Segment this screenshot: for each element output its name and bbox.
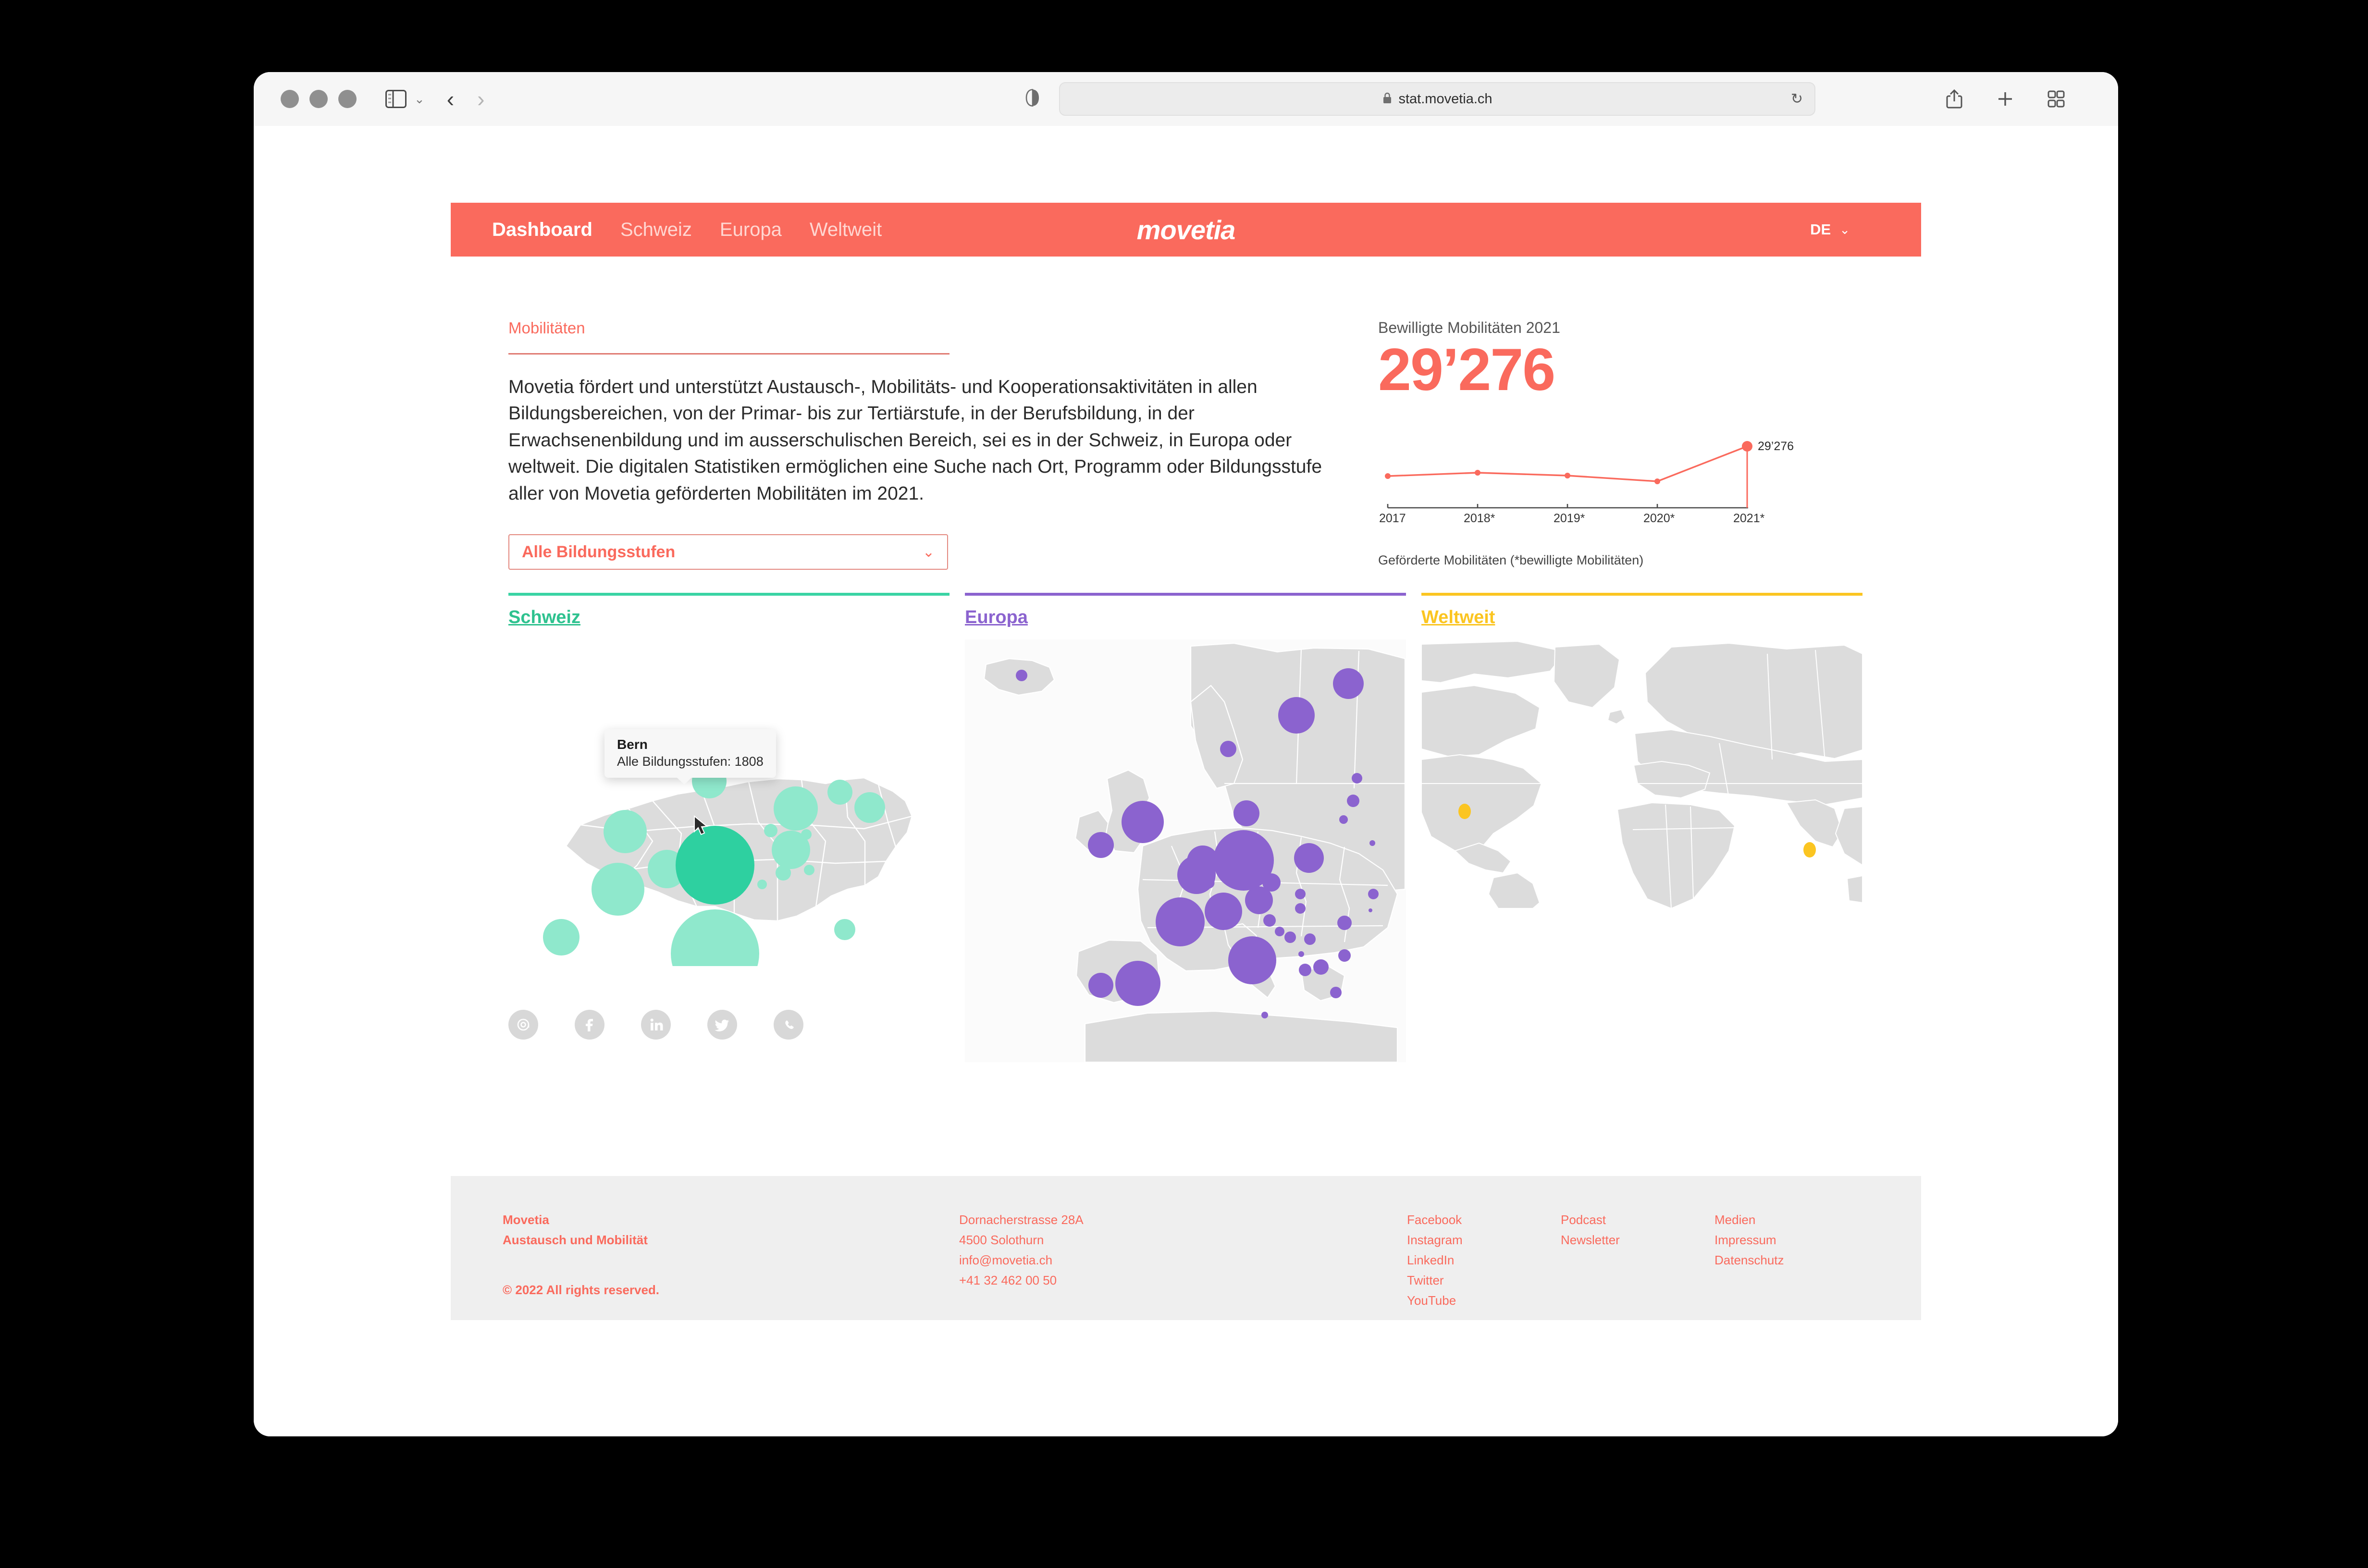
language-switcher[interactable]: DE ⌄ [1810,221,1850,238]
chevron-down-icon: ⌄ [1839,222,1850,237]
footer-link-medien[interactable]: Medien [1714,1210,1784,1230]
panel-title-europa[interactable]: Europa [965,607,1028,628]
forward-button[interactable]: › [477,88,484,110]
footer-link-linkedin[interactable]: LinkedIn [1407,1250,1463,1270]
reader-view-icon[interactable] [1025,89,1040,110]
chart-caption: Geförderte Mobilitäten (*bewilligte Mobi… [1378,553,1644,568]
active-bubble-bern [676,826,754,905]
footer-link-twitter[interactable]: Twitter [1407,1270,1463,1290]
reload-icon[interactable]: ↻ [1791,91,1803,108]
intro-section: Mobilitäten Movetia fördert und unterstü… [508,319,1395,526]
close-window-button[interactable] [281,90,299,108]
footer-link-youtube[interactable]: YouTube [1407,1290,1463,1311]
share-icon[interactable] [1945,88,1963,110]
nav-item-europa[interactable]: Europa [720,219,782,241]
footer-link-impressum[interactable]: Impressum [1714,1230,1784,1250]
url-text: stat.movetia.ch [1398,91,1492,107]
footer-link-facebook[interactable]: Facebook [1407,1210,1463,1230]
intro-paragraph: Movetia fördert und unterstützt Austausc… [508,377,1322,504]
toolbar-right-actions [1945,88,2065,110]
page-viewport: Dashboard Schweiz Europa Weltweit moveti… [254,126,2118,1436]
panel-title-schweiz[interactable]: Schweiz [508,607,580,628]
footer-legal-links: Medien Impressum Datenschutz [1714,1210,1784,1270]
panel-schweiz: Schweiz Bern Alle Bildungsstufen: 1808 [508,593,950,998]
back-button[interactable]: ‹ [447,88,454,110]
panel-weltweit: Weltweit [1421,593,1863,909]
panel-rule-europa [965,593,1406,596]
title-divider [508,353,950,355]
share-row [508,1010,803,1040]
footer-link-newsletter[interactable]: Newsletter [1561,1230,1620,1250]
chevron-down-icon[interactable]: ⌄ [414,92,425,107]
panel-rule-weltweit [1421,593,1862,596]
swiss-map[interactable]: Bern Alle Bildungsstufen: 1808 [508,639,950,998]
url-bar[interactable]: stat.movetia.ch ↻ [1059,82,1815,116]
nav-item-weltweit[interactable]: Weltweit [810,219,882,241]
footer-copyright: © 2022 All rights reserved. [503,1283,660,1297]
panel-title-weltweit[interactable]: Weltweit [1421,607,1495,628]
footer-address-street: Dornacherstrasse 28A [959,1213,1084,1227]
footer-brand: Movetia Austausch und Mobilität [503,1210,648,1250]
world-map[interactable] [1421,639,1863,909]
sidebar-toggle-icon[interactable] [385,90,407,108]
movetia-logo[interactable]: movetia [1137,214,1236,245]
window-traffic-lights[interactable] [281,90,357,108]
linkedin-icon[interactable] [641,1010,671,1040]
stat-card: Bewilligte Mobilitäten 2021 29’276 29’27… [1378,319,1859,568]
twitter-icon[interactable] [707,1010,737,1040]
stat-value: 29’276 [1378,337,1555,403]
site-header: Dashboard Schweiz Europa Weltweit moveti… [451,203,1921,257]
whatsapp-icon[interactable] [774,1010,803,1040]
tooltip-detail: Alle Bildungsstufen: 1808 [617,754,764,769]
tab-overview-icon[interactable] [2047,90,2065,108]
lock-icon [1382,92,1393,107]
footer-email-link[interactable]: info@movetia.ch [959,1250,1084,1270]
plus-icon[interactable] [1996,90,2014,108]
main-navigation: Dashboard Schweiz Europa Weltweit [492,219,910,241]
panel-rule-schweiz [508,593,950,596]
nav-item-dashboard[interactable]: Dashboard [492,219,592,241]
footer-media-links: Podcast Newsletter [1561,1210,1620,1250]
education-level-value: Alle Bildungsstufen [522,542,676,561]
tooltip-arrow [677,777,692,784]
footer-brand-line2: Austausch und Mobilität [503,1233,648,1248]
stat-label: Bewilligte Mobilitäten 2021 [1378,319,1560,336]
x-tick-2018: 2018* [1464,512,1495,526]
tooltip-title: Bern [617,737,648,752]
world-bubble-india [1803,842,1816,858]
x-tick-2020: 2020* [1643,512,1675,526]
panel-europa: Europa [965,593,1406,1063]
footer-address: Dornacherstrasse 28A 4500 Solothurn info… [959,1210,1084,1290]
education-level-select[interactable]: Alle Bildungsstufen ⌄ [508,534,948,570]
x-tick-2019: 2019* [1554,512,1585,526]
maximize-window-button[interactable] [338,90,357,108]
footer-address-city: 4500 Solothurn [959,1233,1044,1248]
footer-brand-line1: Movetia [503,1213,549,1227]
language-label: DE [1810,221,1831,238]
x-tick-2017: 2017 [1379,512,1406,526]
chevron-down-icon: ⌄ [922,544,935,560]
page-title: Mobilitäten [508,319,585,337]
email-icon[interactable] [508,1010,538,1040]
world-bubble-usa [1458,804,1471,819]
footer-social-links: Facebook Instagram LinkedIn Twitter YouT… [1407,1210,1463,1311]
chart-data-label: 29’276 [1758,440,1794,453]
browser-toolbar: ⌄ ‹ › stat.movetia.ch ↻ [254,72,2118,127]
site-footer: Movetia Austausch und Mobilität © 2022 A… [451,1176,1921,1320]
mouse-cursor [693,815,710,840]
mobility-trend-chart: 29’276 2017 2018* 2019* 2020* 2021* [1378,427,1794,526]
footer-link-datenschutz[interactable]: Datenschutz [1714,1250,1784,1270]
europe-map[interactable] [965,639,1406,1063]
map-tooltip: Bern Alle Bildungsstufen: 1808 [604,729,776,784]
x-tick-2021: 2021* [1733,512,1765,526]
footer-link-podcast[interactable]: Podcast [1561,1210,1620,1230]
minimize-window-button[interactable] [309,90,328,108]
nav-item-schweiz[interactable]: Schweiz [620,219,692,241]
facebook-icon[interactable] [575,1010,604,1040]
footer-link-instagram[interactable]: Instagram [1407,1230,1463,1250]
browser-window: ⌄ ‹ › stat.movetia.ch ↻ Dashboard Schwei… [254,72,2118,1436]
footer-phone-link[interactable]: +41 32 462 00 50 [959,1270,1084,1290]
